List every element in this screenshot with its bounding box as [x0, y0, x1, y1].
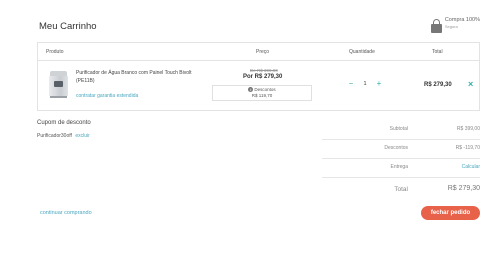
header-product: Produto [46, 49, 64, 55]
discounts-label: Descontos [384, 145, 408, 151]
info-icon: i [248, 87, 254, 93]
decrement-button[interactable]: − [346, 80, 356, 88]
new-price: Por R$ 279,30 [243, 74, 283, 80]
continue-shopping-link[interactable]: continuar comprando [40, 210, 92, 216]
total-row: Total R$ 279,30 [322, 178, 480, 198]
subtotal-row: Subtotal R$ 399,00 [322, 121, 480, 140]
subtotal-value: R$ 399,00 [456, 126, 480, 132]
cart-table: Produto Preço Quantidade Total Purificad… [37, 42, 480, 111]
discounts-value: R$ -119,70 [455, 145, 480, 151]
total-label: Total [394, 186, 408, 193]
header-total: Total [432, 49, 443, 55]
shipping-row: Entrega Calcular [322, 159, 480, 178]
quantity-value[interactable]: 1 [356, 81, 374, 87]
subtotal-label: Subtotal [389, 126, 408, 132]
header-price: Preço [256, 49, 270, 55]
discount-value: R$ 119,70 [251, 93, 273, 98]
table-row: Purificador de Água Branco com Painel To… [38, 61, 479, 111]
remove-item-button[interactable]: × [468, 80, 473, 89]
calculate-shipping-link[interactable]: Calcular [462, 164, 480, 170]
header-quantity: Quantidade [349, 49, 375, 55]
shipping-label: Entrega [390, 164, 408, 170]
lock-icon [430, 19, 442, 33]
total-value: R$ 279,30 [447, 185, 480, 192]
discounts-row: Descontos R$ -119,70 [322, 140, 480, 159]
discount-box: i Descontos R$ 119,70 [212, 85, 312, 101]
remove-coupon-link[interactable]: excluir [75, 133, 89, 139]
increment-button[interactable]: + [374, 80, 384, 88]
table-header: Produto Preço Quantidade Total [38, 43, 479, 61]
order-summary: Subtotal R$ 399,00 Descontos R$ -119,70 … [322, 121, 480, 198]
discount-label: Descontos [254, 87, 276, 92]
secure-subtitle: Segura [444, 23, 458, 29]
old-price: De R$ 399,00 [250, 68, 278, 73]
checkout-button[interactable]: fechar pedido [421, 206, 480, 220]
extended-warranty-link[interactable]: contratar garantia estendida [76, 93, 138, 99]
quantity-stepper: − 1 + [346, 80, 384, 88]
product-image[interactable] [49, 71, 68, 98]
coupon-title: Cupom de desconto [37, 120, 91, 126]
product-name[interactable]: Purificador de Água Branco com Painel To… [76, 70, 201, 85]
row-total: R$ 279,30 [424, 82, 452, 88]
secure-purchase-badge: Compra 100% Segura [430, 17, 480, 33]
cart-header: Meu Carrinho Compra 100% Segura [31, 17, 480, 40]
applied-coupon: Purificador30off excluir [37, 133, 90, 139]
coupon-code: Purificador30off [37, 133, 72, 139]
secure-title: Compra 100% [444, 17, 480, 23]
page-title: Meu Carrinho [39, 21, 97, 32]
